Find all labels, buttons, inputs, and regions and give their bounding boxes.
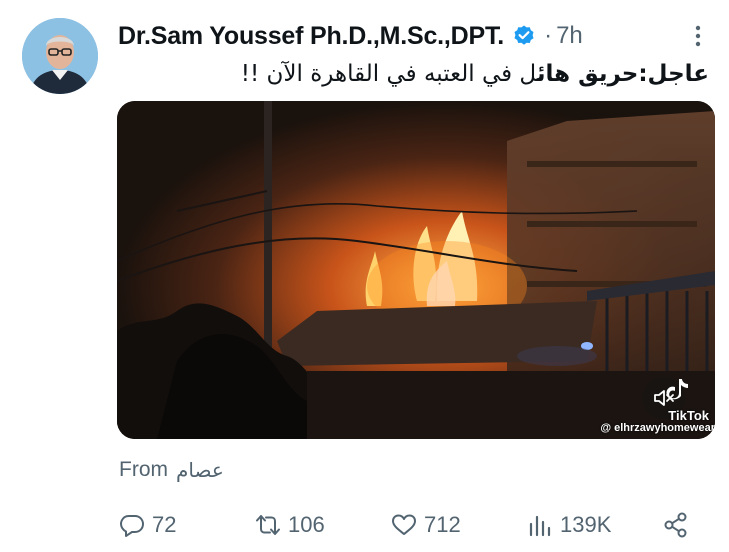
like-count: 712 (424, 512, 461, 537)
author-name[interactable]: Dr.Sam Youssef Ph.D.,M.Sc.,DPT. (118, 22, 504, 51)
views-icon (529, 515, 551, 537)
tweet-video[interactable]: TikTok @ elhrzawyhomewear (117, 101, 715, 439)
reply-icon (120, 515, 144, 537)
action-bar: 72 106 712 139K (118, 505, 698, 545)
like-button[interactable]: 712 (390, 505, 461, 545)
like-icon (392, 514, 416, 535)
from-label: From (119, 458, 168, 481)
tweet-text: عاجل:حريق هائل في العتبه في القاهرة الآن… (118, 58, 709, 92)
tiktok-watermark: TikTok (668, 408, 709, 423)
tweet-header: Dr.Sam Youssef Ph.D.,M.Sc.,DPT. · 7h (118, 19, 711, 53)
more-icon[interactable] (685, 23, 711, 49)
repost-button[interactable]: 106 (254, 505, 325, 545)
tiktok-username: @ elhrzawyhomewear (600, 422, 715, 434)
repost-count: 106 (288, 512, 325, 537)
video-frame (117, 101, 715, 439)
views-count: 139K (560, 512, 612, 537)
tweet-text-bold: عاجل:حريق هائ (536, 61, 709, 87)
reply-count: 72 (152, 512, 177, 537)
share-button[interactable] (662, 505, 690, 545)
avatar-image (22, 18, 98, 94)
tweet-source: From عصام (119, 458, 224, 482)
separator-dot: · (544, 22, 553, 49)
views-button[interactable]: 139K (526, 505, 611, 545)
share-icon (664, 512, 687, 538)
from-source-link[interactable]: عصام (176, 458, 224, 482)
avatar[interactable] (22, 18, 98, 94)
repost-icon (256, 515, 280, 535)
verified-badge-icon[interactable] (512, 24, 536, 48)
timestamp[interactable]: 7h (556, 22, 583, 50)
tweet-text-rest: ل في العتبه في القاهرة الآن !! (240, 61, 537, 87)
reply-button[interactable]: 72 (118, 505, 176, 545)
